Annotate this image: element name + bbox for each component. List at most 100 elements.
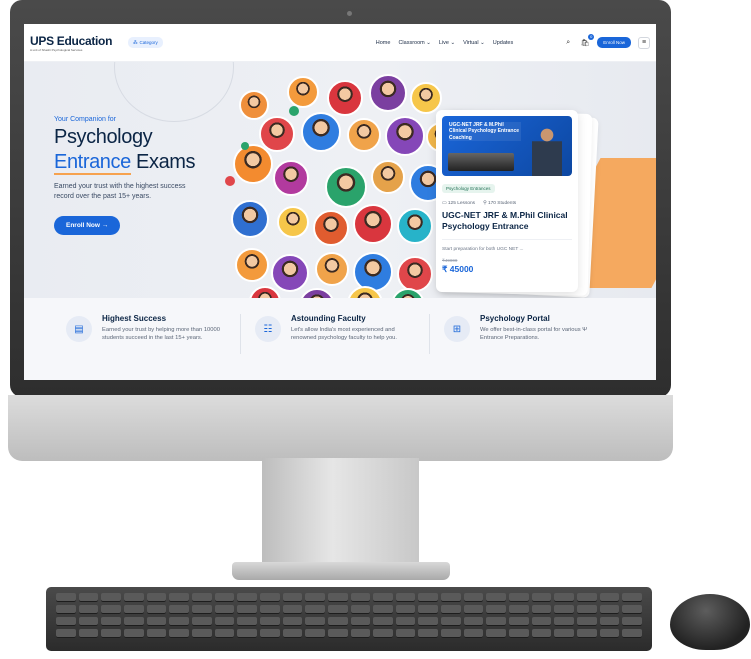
key	[259, 593, 280, 602]
menu-icon[interactable]: ≡	[638, 36, 650, 49]
category-label: Category	[139, 40, 158, 45]
hero-title-rest: Exams	[136, 151, 196, 173]
key	[78, 605, 99, 614]
camera	[347, 11, 352, 16]
student-photo	[371, 160, 405, 194]
key	[169, 593, 189, 602]
course-tag[interactable]: Psychology Entrances	[442, 184, 495, 193]
key	[123, 629, 144, 638]
key	[146, 605, 167, 614]
key	[146, 593, 167, 602]
key	[486, 605, 507, 614]
key	[101, 593, 121, 602]
feature-description: Earned your trust by helping more than 1…	[102, 327, 220, 342]
nav-updates[interactable]: Updates	[493, 40, 514, 46]
key	[237, 593, 257, 602]
key	[237, 629, 257, 638]
key	[554, 605, 575, 614]
key	[373, 629, 393, 638]
key	[282, 629, 303, 638]
course-description: Start preparation for both UGC NET ...	[442, 239, 572, 252]
key	[327, 629, 348, 638]
key	[78, 629, 99, 638]
nav-links: Home Classroom ⌄ Live ⌄ Virtual ⌄ Update…	[376, 40, 513, 46]
key	[259, 617, 280, 626]
key	[78, 617, 99, 626]
key	[577, 617, 597, 626]
feature-astounding-faculty: ☷ Astounding Faculty Let's allow India's…	[255, 314, 415, 342]
monitor-stand-base	[232, 562, 450, 580]
enroll-now-button[interactable]: Enroll Now	[597, 37, 631, 48]
key	[463, 605, 484, 614]
key	[509, 605, 529, 614]
lessons-count: ▭ 125 Lessons	[442, 201, 475, 206]
search-icon[interactable]: ⌕	[563, 38, 573, 48]
mouse	[670, 594, 750, 650]
student-photo	[347, 118, 381, 152]
feature-title: Highest Success	[102, 314, 167, 323]
key	[191, 605, 212, 614]
student-photo	[397, 256, 433, 292]
thumbnail-photo	[448, 153, 514, 171]
key	[169, 605, 189, 614]
instructor-photo	[532, 126, 562, 176]
key	[214, 605, 235, 614]
key	[441, 593, 461, 602]
student-photo	[235, 248, 269, 282]
website-screen: UPS Education A unit of Shashi Psycholog…	[24, 24, 656, 380]
key	[350, 617, 371, 626]
hero-enroll-button[interactable]: Enroll Now →	[54, 215, 121, 235]
key	[327, 605, 348, 614]
key	[305, 605, 325, 614]
student-photo	[249, 286, 281, 298]
key	[237, 617, 257, 626]
nav-live[interactable]: Live ⌄	[439, 40, 455, 46]
student-photo	[410, 82, 442, 114]
student-photo	[239, 90, 269, 120]
monitor-stand	[262, 458, 419, 568]
key	[327, 617, 348, 626]
key	[169, 617, 189, 626]
student-photo	[385, 116, 425, 156]
lessons-label: 125 Lessons	[447, 201, 476, 206]
key	[441, 629, 461, 638]
nav-classroom[interactable]: Classroom ⌄	[398, 40, 430, 46]
key	[418, 629, 439, 638]
key	[395, 605, 416, 614]
key	[599, 593, 620, 602]
key	[395, 593, 416, 602]
key	[531, 617, 552, 626]
hero-title: Psychology	[54, 126, 153, 148]
nav-home[interactable]: Home	[376, 40, 391, 46]
key	[350, 605, 371, 614]
grid-icon: ⁂	[133, 39, 138, 45]
key	[56, 629, 76, 638]
course-title[interactable]: UGC-NET JRF & M.Phil Clinical Psychology…	[442, 210, 572, 231]
logo[interactable]: UPS Education A unit of Shashi Psycholog…	[30, 34, 122, 52]
student-photo	[271, 254, 309, 292]
features-strip: ▤ Highest Success Earned your trust by h…	[24, 298, 656, 380]
student-photo-collage	[225, 74, 459, 298]
key	[509, 593, 529, 602]
course-card[interactable]: UGC-NET JRF & M.Phil Clinical Psychology…	[436, 110, 578, 292]
key	[214, 629, 235, 638]
cart-icon[interactable]: 🛍 0	[580, 33, 595, 48]
hero-eyebrow: Your Companion for	[54, 116, 117, 123]
key	[599, 629, 620, 638]
key	[191, 617, 212, 626]
feature-description: We offer best-in-class portal for variou…	[480, 327, 588, 342]
key	[373, 605, 393, 614]
key	[101, 617, 121, 626]
key	[509, 629, 529, 638]
key	[418, 593, 439, 602]
key	[622, 629, 642, 638]
nav-virtual[interactable]: Virtual ⌄	[463, 40, 485, 46]
divider	[429, 314, 430, 354]
key	[214, 617, 235, 626]
key	[486, 629, 507, 638]
key	[554, 617, 575, 626]
category-button[interactable]: ⁂ Category	[128, 37, 163, 48]
key	[101, 605, 121, 614]
portal-icon: ⊞	[444, 316, 470, 342]
key	[531, 629, 552, 638]
